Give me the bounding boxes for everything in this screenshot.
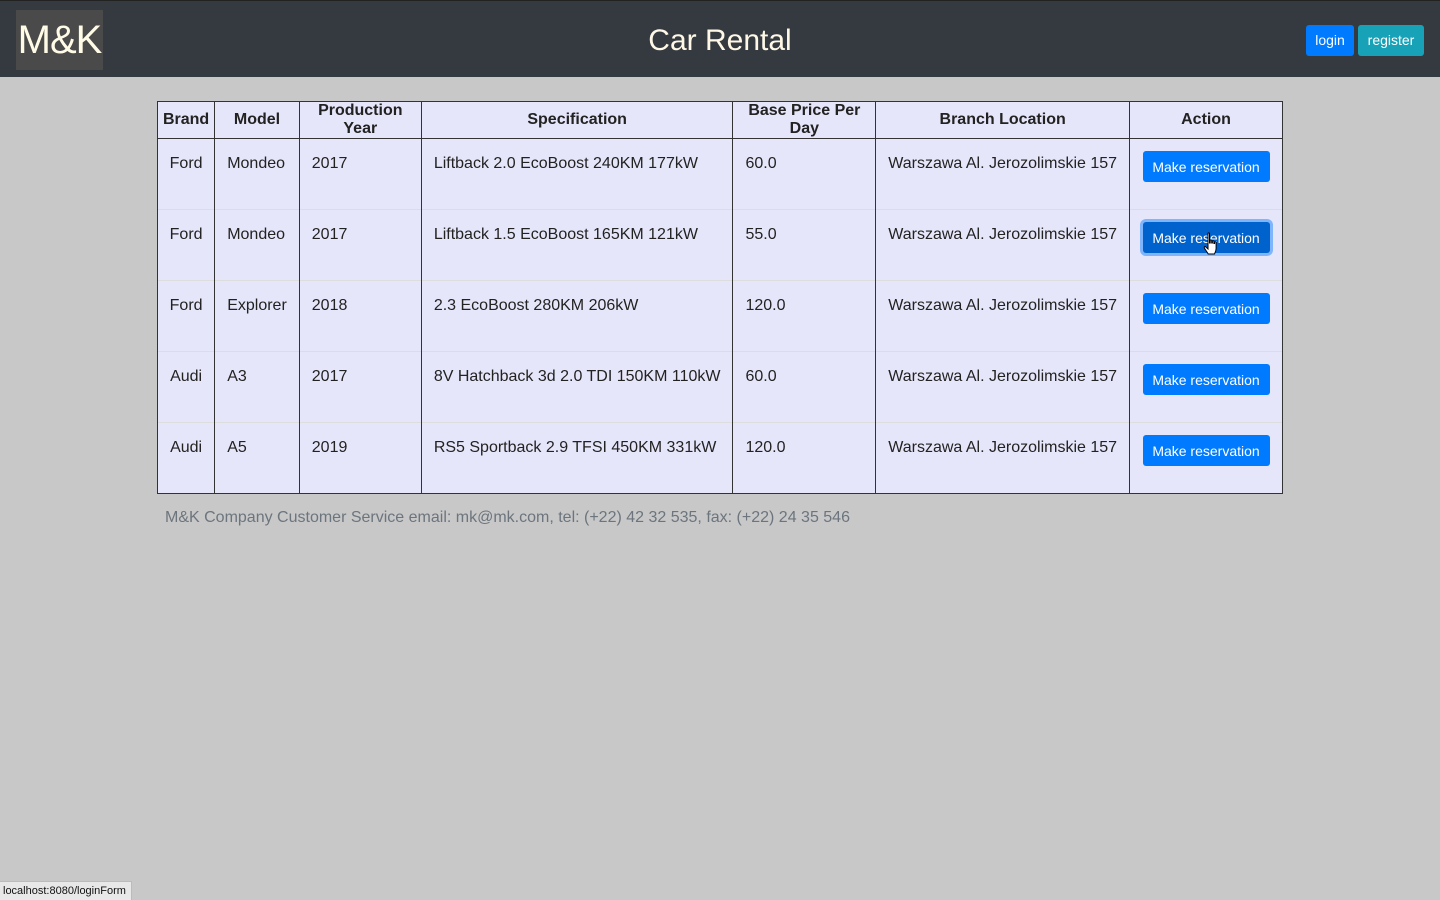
cell-location: Warszawa Al. Jerozolimskie 157: [875, 280, 1131, 352]
cell-action: Make reservation: [1129, 209, 1283, 281]
cell-specification: 8V Hatchback 3d 2.0 TDI 150KM 110kW: [420, 351, 734, 423]
cell-model: A3: [214, 351, 300, 423]
make-reservation-button[interactable]: Make reservation: [1142, 435, 1270, 466]
table-row: Ford Mondeo 2017 Liftback 1.5 EcoBoost 1…: [156, 209, 1283, 281]
cell-specification: 2.3 EcoBoost 280KM 206kW: [420, 280, 734, 352]
cell-action: Make reservation: [1129, 422, 1283, 494]
table-header-row: Brand Model Production Year Specificatio…: [156, 101, 1283, 139]
table-row: Ford Mondeo 2017 Liftback 2.0 EcoBoost 2…: [156, 138, 1283, 210]
cell-model: Explorer: [214, 280, 300, 352]
cell-specification: Liftback 1.5 EcoBoost 165KM 121kW: [420, 209, 734, 281]
cell-location: Warszawa Al. Jerozolimskie 157: [875, 422, 1131, 494]
cell-price: 55.0: [732, 209, 877, 281]
cell-model: Mondeo: [214, 209, 300, 281]
cell-year: 2017: [298, 138, 422, 210]
cell-price: 60.0: [732, 351, 877, 423]
login-button[interactable]: login: [1306, 25, 1354, 56]
cell-action: Make reservation: [1129, 138, 1283, 210]
cell-year: 2019: [298, 422, 422, 494]
top-navbar: M&K Car Rental login register: [0, 0, 1440, 77]
cell-location: Warszawa Al. Jerozolimskie 157: [875, 209, 1131, 281]
make-reservation-button[interactable]: Make reservation: [1142, 364, 1270, 395]
table-row: Audi A5 2019 RS5 Sportback 2.9 TFSI 450K…: [156, 422, 1283, 494]
cell-brand: Ford: [156, 138, 216, 210]
cell-action: Make reservation: [1129, 280, 1283, 352]
cell-specification: Liftback 2.0 EcoBoost 240KM 177kW: [420, 138, 734, 210]
column-header-specification: Specification: [420, 101, 734, 139]
cell-year: 2018: [298, 280, 422, 352]
cell-action: Make reservation: [1129, 351, 1283, 423]
column-header-model: Model: [214, 101, 300, 139]
column-header-base-price: Base Price Per Day: [732, 101, 877, 139]
cell-price: 120.0: [732, 280, 877, 352]
cell-year: 2017: [298, 351, 422, 423]
cell-specification: RS5 Sportback 2.9 TFSI 450KM 331kW: [420, 422, 734, 494]
cell-brand: Audi: [156, 351, 216, 423]
register-button[interactable]: register: [1358, 25, 1424, 56]
make-reservation-button[interactable]: Make reservation: [1142, 151, 1270, 182]
cell-year: 2017: [298, 209, 422, 281]
column-header-production-year: Production Year: [298, 101, 422, 139]
customer-service-info: M&K Company Customer Service email: mk@m…: [165, 509, 850, 526]
cell-brand: Audi: [156, 422, 216, 494]
column-header-branch-location: Branch Location: [875, 101, 1131, 139]
column-header-action: Action: [1129, 101, 1283, 139]
table-row: Ford Explorer 2018 2.3 EcoBoost 280KM 20…: [156, 280, 1283, 352]
make-reservation-button[interactable]: Make reservation: [1142, 222, 1270, 253]
cell-brand: Ford: [156, 280, 216, 352]
cell-model: A5: [214, 422, 300, 494]
page-title: Car Rental: [648, 24, 792, 57]
cell-model: Mondeo: [214, 138, 300, 210]
cars-table: Brand Model Production Year Specificatio…: [156, 101, 1283, 494]
browser-status-bar: localhost:8080/loginForm: [0, 881, 132, 900]
brand-logo[interactable]: M&K: [16, 10, 103, 70]
cell-location: Warszawa Al. Jerozolimskie 157: [875, 351, 1131, 423]
column-header-brand: Brand: [156, 101, 216, 139]
cell-brand: Ford: [156, 209, 216, 281]
cell-price: 60.0: [732, 138, 877, 210]
table-row: Audi A3 2017 8V Hatchback 3d 2.0 TDI 150…: [156, 351, 1283, 423]
make-reservation-button[interactable]: Make reservation: [1142, 293, 1270, 324]
cell-price: 120.0: [732, 422, 877, 494]
cell-location: Warszawa Al. Jerozolimskie 157: [875, 138, 1131, 210]
